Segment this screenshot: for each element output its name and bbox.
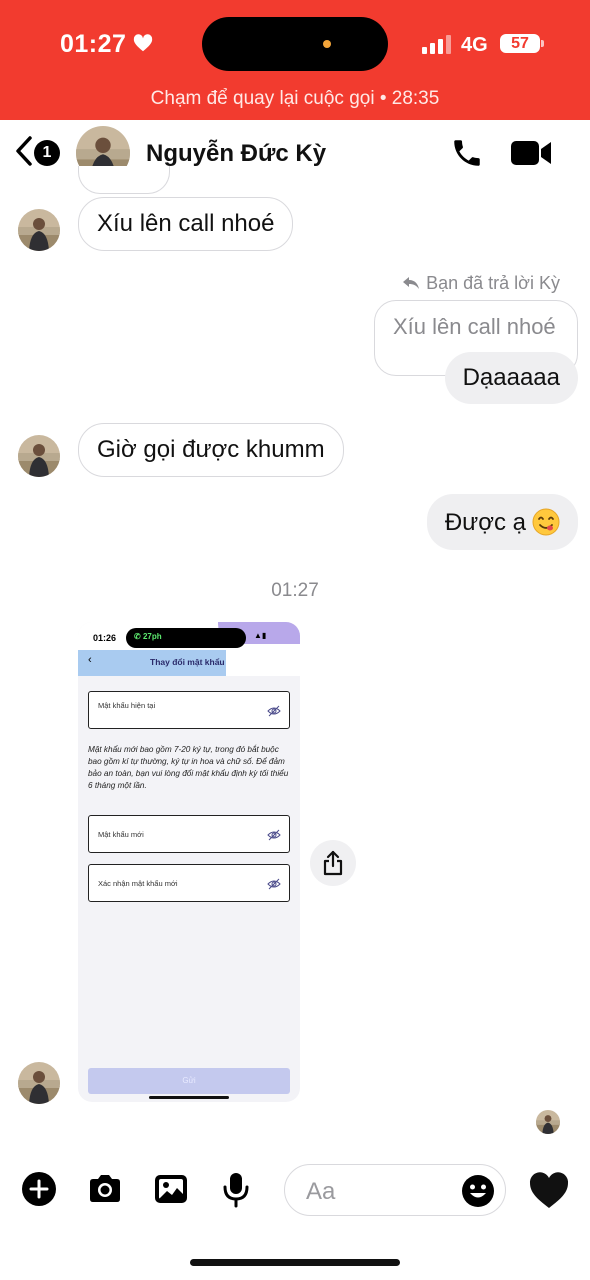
unread-badge[interactable]: 1 [34, 140, 60, 166]
screenshot-field-label: Mật khẩu hiện tại [98, 701, 156, 710]
heart-icon [133, 34, 153, 52]
screenshot-password-rules: Mật khẩu mới bao gồm 7-20 ký tự, trong đ… [88, 745, 289, 790]
incoming-message[interactable]: Xíu lên call nhoé [78, 197, 294, 251]
network-type: 4G [461, 34, 488, 56]
sender-avatar[interactable] [18, 209, 60, 251]
battery-tip [541, 40, 544, 47]
sender-avatar[interactable] [18, 1062, 60, 1104]
screenshot-submit-button: Gửi [88, 1068, 290, 1094]
call-status-bar[interactable]: 01:27 4G 57 Chạm để quay lại cuộc gọi • … [0, 0, 590, 120]
screenshot-confirm-password-field: Xác nhận mật khẩu mới [88, 864, 290, 902]
yum-face-emoji-icon [532, 508, 560, 536]
screenshot-new-password-field: Mật khẩu mới [88, 815, 290, 853]
eye-off-icon [267, 878, 281, 890]
reply-label-text: Bạn đã trả lời Kỳ [426, 273, 560, 293]
contact-name[interactable]: Nguyễn Đức Kỳ [146, 140, 326, 168]
screenshot-time: 01:26 [93, 633, 117, 643]
reply-indicator: Bạn đã trả lời Kỳ [402, 273, 560, 294]
outgoing-message-text: Được ạ [444, 509, 526, 536]
screenshot-call-timer-text: 27ph [142, 632, 162, 641]
plus-icon[interactable] [20, 1170, 58, 1208]
share-button[interactable] [310, 840, 356, 886]
emoji-icon[interactable] [461, 1174, 495, 1208]
message-timestamp: 01:27 [271, 580, 319, 601]
signal-icon [422, 35, 451, 54]
share-icon [323, 850, 343, 876]
previous-message-bubble [78, 166, 170, 194]
screenshot-back-icon: ‹ [88, 654, 92, 666]
eye-off-icon [267, 829, 281, 841]
privacy-dot [323, 40, 331, 48]
reply-icon [403, 277, 420, 289]
return-to-call-banner[interactable]: Chạm để quay lại cuộc gọi • 28:35 [0, 88, 590, 110]
screenshot-home-indicator [149, 1096, 229, 1099]
screenshot-field-label: Mật khẩu mới [98, 830, 144, 839]
phone-icon[interactable] [450, 136, 484, 170]
back-chevron-icon[interactable] [12, 134, 36, 168]
screenshot-title: Thay đổi mật khẩu [150, 657, 225, 667]
incoming-message[interactable]: Giờ gọi được khumm [78, 423, 344, 477]
message-input[interactable]: Aa [284, 1164, 506, 1216]
battery-level: 57 [500, 34, 540, 53]
message-input-placeholder: Aa [306, 1178, 336, 1205]
screenshot-current-password-field: Mật khẩu hiện tại [88, 691, 290, 729]
microphone-icon[interactable] [217, 1170, 255, 1208]
dynamic-island [202, 17, 388, 71]
video-icon[interactable] [510, 138, 552, 168]
status-time: 01:27 [60, 30, 127, 58]
shared-screenshot-image[interactable]: 01:26 ✆ 27ph ▲▮ ‹ Thay đổi mật khẩu Mật … [78, 622, 300, 1102]
outgoing-message[interactable]: Dạaaaaa [444, 352, 578, 404]
camera-icon[interactable] [86, 1170, 124, 1208]
screenshot-dynamic-island: ✆ 27ph [126, 628, 246, 648]
black-heart-icon[interactable] [528, 1170, 570, 1210]
screenshot-call-timer: ✆ 27ph [134, 632, 162, 641]
screenshot-field-label: Xác nhận mật khẩu mới [98, 879, 178, 888]
sender-avatar[interactable] [18, 435, 60, 477]
seen-receipt-avatar [536, 1110, 560, 1134]
image-icon[interactable] [152, 1170, 190, 1208]
screenshot-status-icons: ▲▮ [254, 631, 267, 640]
outgoing-message-with-emoji[interactable]: Được ạ [426, 494, 578, 550]
home-indicator [190, 1259, 400, 1266]
eye-off-icon [267, 705, 281, 717]
